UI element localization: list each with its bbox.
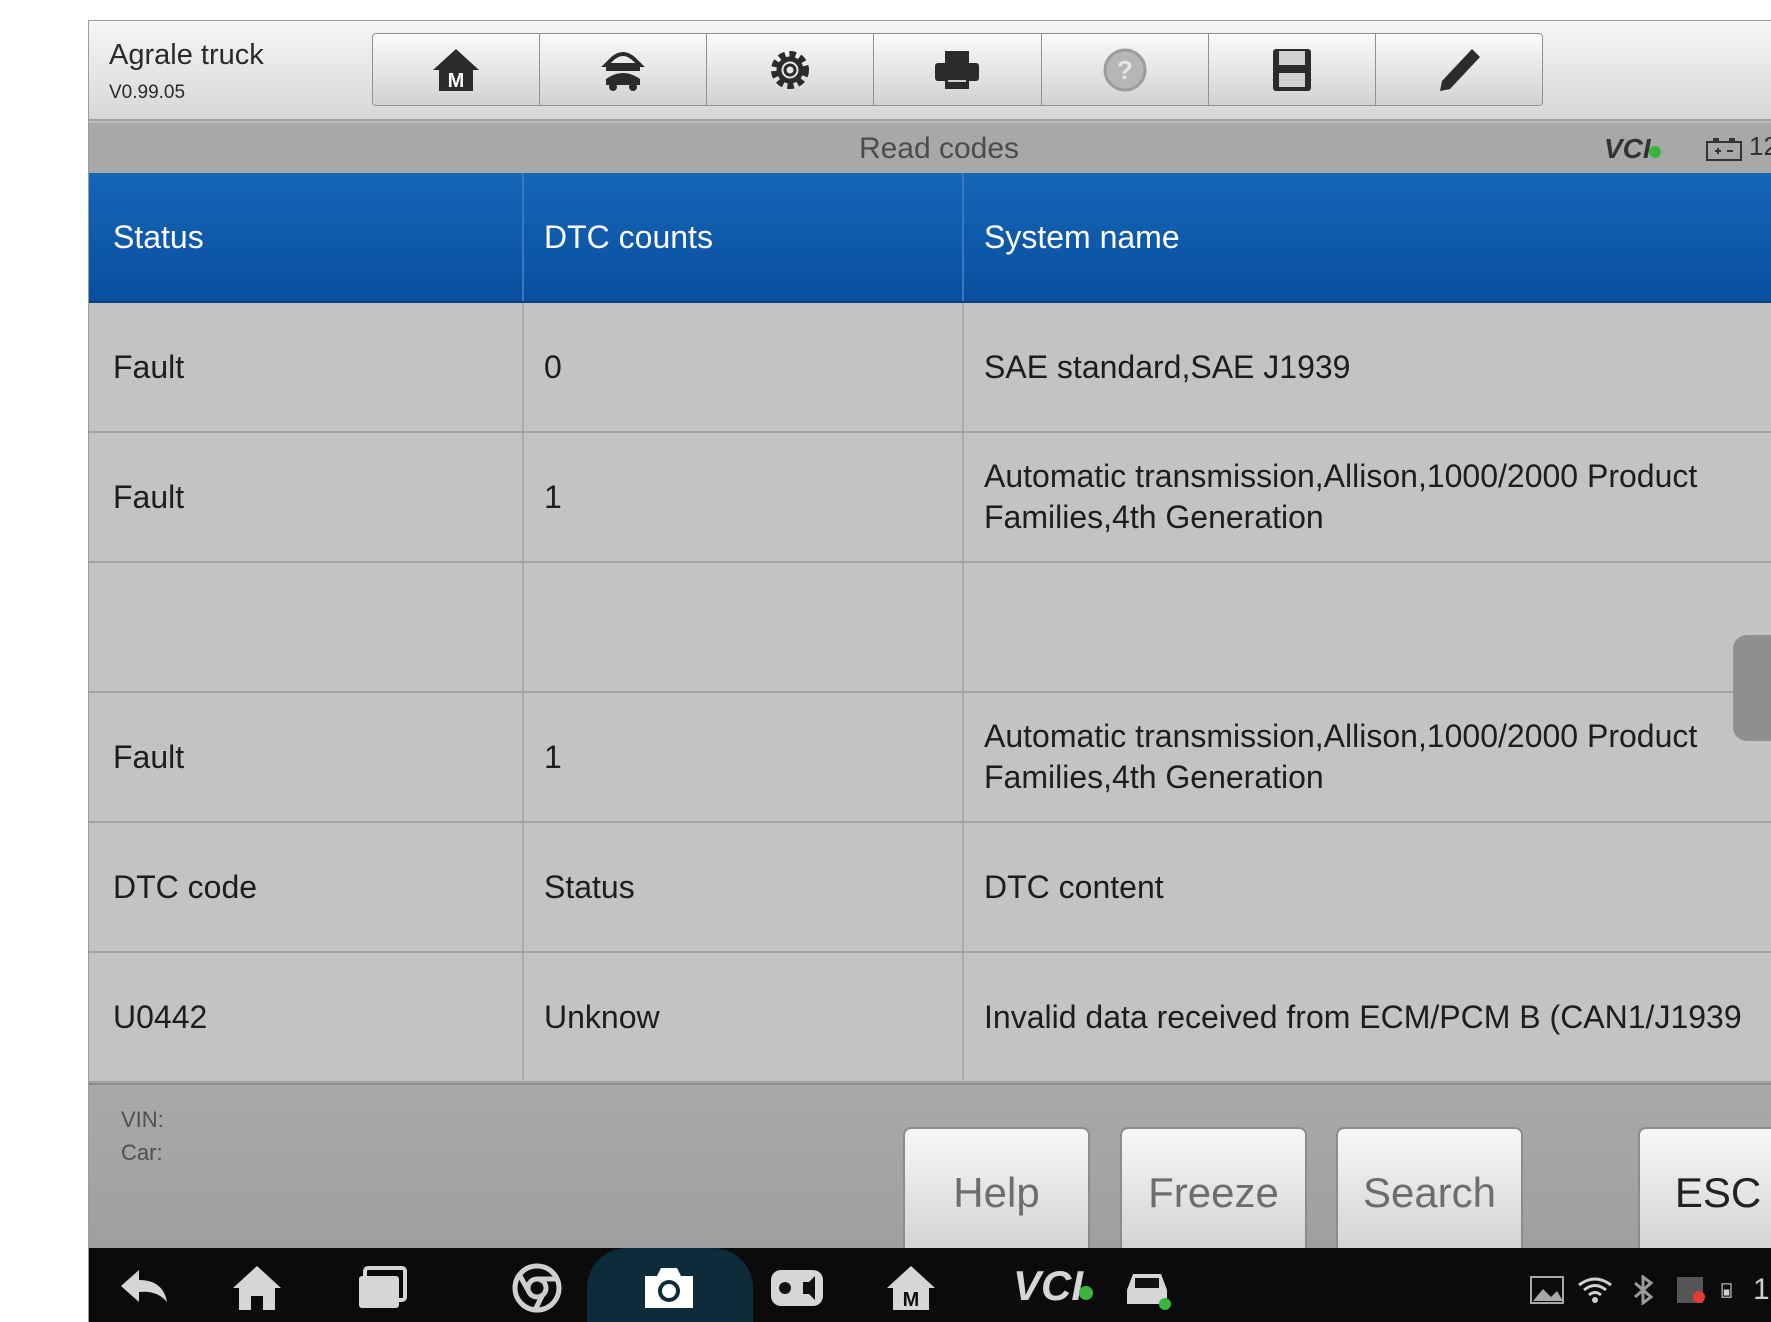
row-status: Fault <box>89 433 524 561</box>
row-system-name: Automatic transmission,Allison,1000/2000… <box>984 458 1698 535</box>
screenshot-button[interactable] <box>641 1260 697 1316</box>
app-version: V0.99.05 <box>109 82 186 103</box>
vin-label: VIN: <box>121 1107 164 1132</box>
svg-text:M: M <box>448 70 465 92</box>
top-toolbar: Agrale truck V0.99.05 M ? <box>89 21 1771 121</box>
status-area: 1 <box>1529 1272 1770 1308</box>
home-nav-icon <box>233 1266 281 1310</box>
vci-nav-button[interactable]: VCI <box>1013 1262 1094 1310</box>
vci-status: VCI <box>1604 133 1661 165</box>
codes-table: Status DTC counts System name Fault 0 SA… <box>89 173 1771 1083</box>
back-icon <box>121 1270 167 1302</box>
clock-text: 1 <box>1753 1273 1770 1306</box>
row-status <box>89 563 524 691</box>
recent-apps-button[interactable] <box>355 1260 411 1316</box>
header-status: Status <box>89 173 524 301</box>
diagnosis-home-button[interactable]: M <box>883 1260 939 1316</box>
vehicle-swap-icon <box>601 51 646 91</box>
settings-button[interactable] <box>707 34 875 105</box>
home-icon: M <box>433 48 480 92</box>
dtc-code: U0442 <box>89 953 524 1081</box>
browser-icon <box>512 1263 562 1313</box>
side-drawer-handle[interactable] <box>1733 635 1771 741</box>
dtc-status: Unknow <box>524 953 964 1081</box>
vehicle-swap-button[interactable] <box>540 34 708 105</box>
page-title: Read codes <box>858 132 1020 165</box>
row-system-name <box>964 563 1771 691</box>
row-status: Fault <box>89 693 524 821</box>
back-button[interactable] <box>117 1260 173 1316</box>
save-icon <box>1272 48 1311 91</box>
save-button[interactable] <box>1208 34 1376 105</box>
browser-button[interactable] <box>509 1260 565 1316</box>
pen-icon <box>1439 48 1480 91</box>
dtc-row[interactable]: U0442 Unknow Invalid data received from … <box>89 953 1771 1083</box>
app-name: Agrale truck <box>109 39 264 71</box>
subheader-dtc-content: DTC content <box>984 868 1164 905</box>
row-dtc-count <box>524 563 964 691</box>
home-nav-button[interactable] <box>229 1260 285 1316</box>
display-settings-button[interactable] <box>769 1260 825 1316</box>
home-button[interactable]: M <box>373 34 541 105</box>
bluetooth-icon <box>1634 1275 1654 1305</box>
vehicle-nav-button[interactable] <box>1119 1260 1175 1316</box>
help-icon: ? <box>1103 48 1147 91</box>
table-row[interactable]: Fault 1 Automatic transmission,Allison,1… <box>89 693 1771 823</box>
app-screen: Agrale truck V0.99.05 M ? Read codes VCI… <box>88 20 1771 1322</box>
row-dtc-count: 1 <box>524 433 964 561</box>
recent-apps-icon <box>359 1266 407 1308</box>
help-toolbar-button[interactable]: ? <box>1041 34 1209 105</box>
car-label: Car: <box>121 1140 163 1165</box>
freeze-button[interactable]: Freeze <box>1120 1127 1307 1259</box>
row-system-name: SAE standard,SAE J1939 <box>984 348 1351 385</box>
gear-icon <box>771 50 810 89</box>
battery-status-icon <box>1721 1283 1732 1298</box>
row-system-name: Automatic transmission,Allison,1000/2000… <box>984 718 1698 795</box>
row-dtc-count: 0 <box>524 303 964 431</box>
system-nav-bar: M VCI 1 <box>89 1248 1771 1322</box>
camera-icon <box>645 1268 693 1308</box>
help-button[interactable]: Help <box>903 1127 1090 1259</box>
vci-nav-connected-icon <box>1079 1286 1094 1300</box>
row-dtc-count: 1 <box>524 693 964 821</box>
edit-button[interactable] <box>1375 34 1542 105</box>
brightness-volume-icon <box>771 1270 823 1306</box>
car-icon <box>1127 1274 1171 1310</box>
search-button[interactable]: Search <box>1336 1127 1523 1259</box>
dtc-subheader-row: DTC code Status DTC content <box>89 823 1771 953</box>
table-header: Status DTC counts System name <box>89 173 1771 303</box>
printer-icon <box>935 50 980 89</box>
no-signal-icon <box>1677 1277 1705 1303</box>
battery-icon <box>1706 138 1742 161</box>
bottom-bar: VIN: Car: Help Freeze Search ESC <box>89 1083 1771 1268</box>
vci-connected-icon <box>1648 146 1661 158</box>
svg-text:M: M <box>903 1289 920 1311</box>
table-row[interactable]: Fault 1 Automatic transmission,Allison,1… <box>89 433 1771 563</box>
dtc-content: Invalid data received from ECM/PCM B (CA… <box>984 998 1742 1035</box>
esc-button[interactable]: ESC <box>1638 1127 1771 1259</box>
tool-strip: M ? <box>372 33 1543 106</box>
print-button[interactable] <box>874 34 1042 105</box>
home-m-icon: M <box>887 1266 935 1311</box>
vci-label: VCI <box>1604 133 1651 164</box>
title-bar: Read codes VCI 12 <box>89 123 1771 175</box>
row-status: Fault <box>89 303 524 431</box>
table-row <box>89 563 1771 693</box>
wifi-icon <box>1578 1277 1612 1303</box>
gallery-icon <box>1530 1276 1564 1304</box>
table-row[interactable]: Fault 0 SAE standard,SAE J1939 <box>89 303 1771 433</box>
svg-text:?: ? <box>1117 55 1133 85</box>
header-system-name: System name <box>984 218 1180 255</box>
subheader-status: Status <box>524 823 964 951</box>
vci-nav-label: VCI <box>1013 1262 1084 1309</box>
battery-voltage: 12 <box>1749 131 1771 161</box>
subheader-dtc-code: DTC code <box>89 823 524 951</box>
header-dtc-counts: DTC counts <box>524 173 964 301</box>
